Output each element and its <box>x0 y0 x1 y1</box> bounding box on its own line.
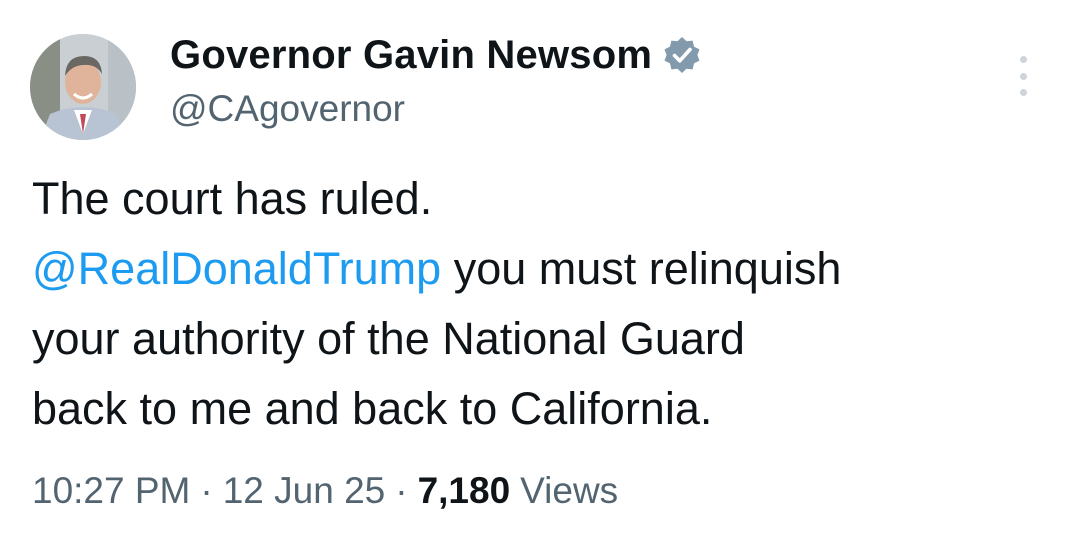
meta-separator: · <box>395 470 408 511</box>
avatar[interactable] <box>30 34 136 140</box>
tweet-time[interactable]: 10:27 PM <box>32 470 190 512</box>
author-name-row: Governor Gavin Newsom <box>170 30 702 80</box>
tweet-line-2-text: you must relinquish <box>441 243 842 294</box>
verified-badge-icon <box>662 35 702 75</box>
author-display-name[interactable]: Governor Gavin Newsom <box>170 33 652 78</box>
tweet-text: The court has ruled. @RealDonaldTrump yo… <box>32 164 1062 444</box>
meta-separator: · <box>200 470 213 511</box>
tweet-meta: 10:27 PM · 12 Jun 25 · 7,180 Views <box>32 470 618 512</box>
views-count[interactable]: 7,180 <box>418 470 511 512</box>
more-options-icon[interactable] <box>1010 56 1036 96</box>
more-dot <box>1019 89 1027 96</box>
tweet-date[interactable]: 12 Jun 25 <box>223 470 386 512</box>
more-dot <box>1019 56 1027 63</box>
avatar-image <box>30 34 136 140</box>
mention-link[interactable]: @RealDonaldTrump <box>32 243 441 294</box>
tweet-line-2: @RealDonaldTrump you must relinquish <box>32 234 1062 304</box>
tweet-line-1: The court has ruled. <box>32 173 433 224</box>
tweet-line-3: your authority of the National Guard <box>32 313 745 364</box>
tweet-card: Governor Gavin Newsom @CAgovernor The co… <box>0 0 1079 542</box>
more-dot <box>1019 72 1027 80</box>
author-handle[interactable]: @CAgovernor <box>170 88 405 130</box>
views-label: Views <box>520 470 619 511</box>
tweet-line-4: back to me and back to California. <box>32 383 713 434</box>
